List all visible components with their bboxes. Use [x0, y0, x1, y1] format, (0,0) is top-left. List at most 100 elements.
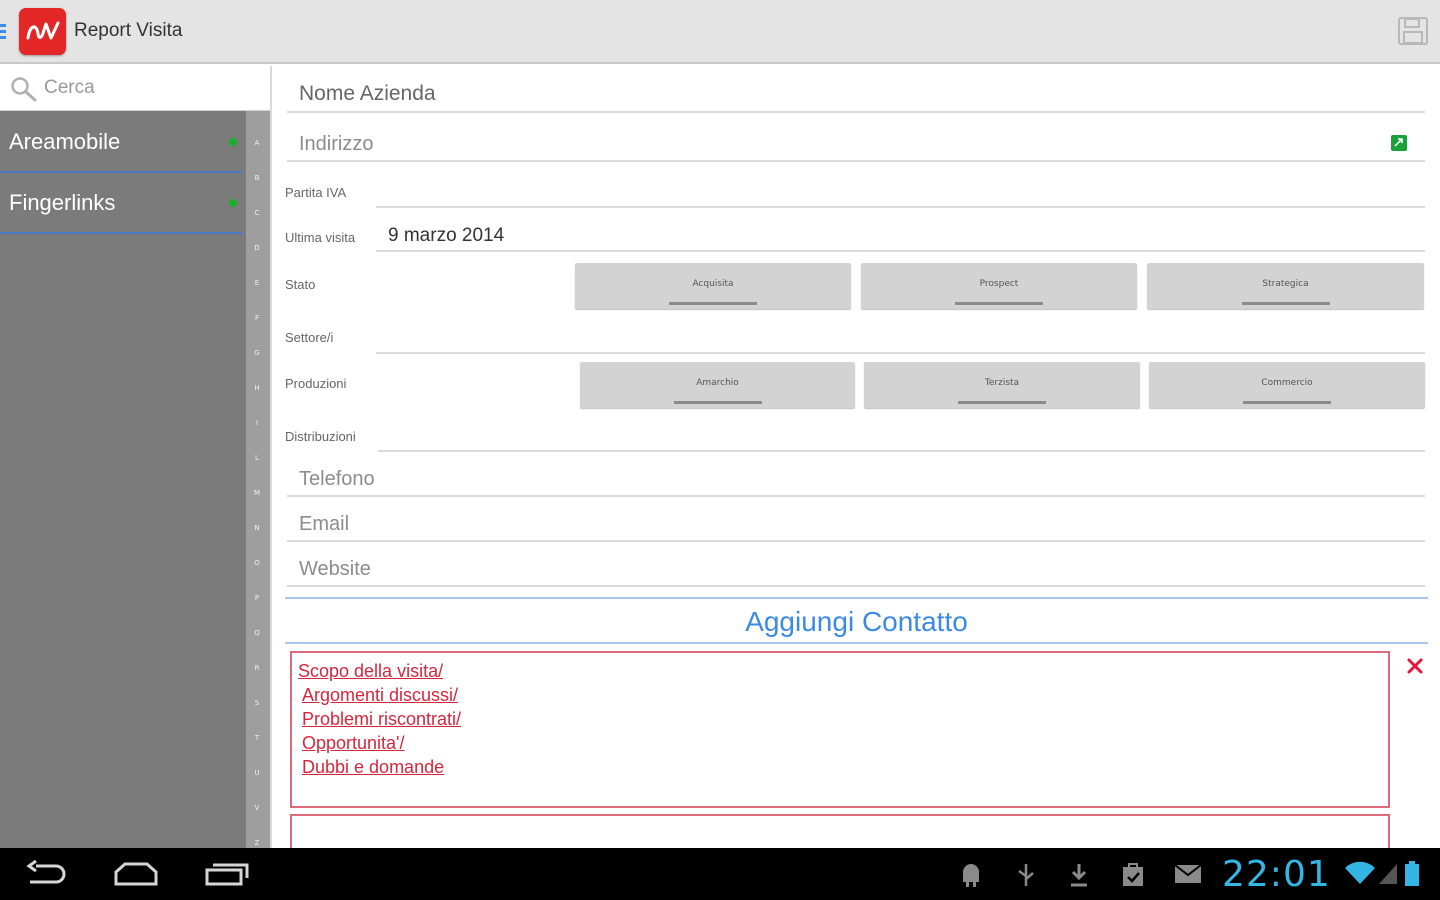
- download-icon: [1071, 864, 1087, 887]
- add-contact-button[interactable]: Aggiungi Contatto: [285, 601, 1428, 643]
- alphabet-index-letter[interactable]: A: [246, 139, 268, 147]
- save-icon[interactable]: [1398, 17, 1428, 45]
- alphabet-index-letter[interactable]: F: [246, 314, 268, 322]
- divider: [285, 642, 1428, 644]
- last-visit-label: Ultima visita: [285, 230, 356, 245]
- alphabet-index-letter[interactable]: Z: [246, 839, 268, 847]
- alphabet-index-letter[interactable]: T: [246, 734, 268, 742]
- alphabet-index-letter[interactable]: E: [246, 279, 268, 287]
- toggle-label: Amarchio: [696, 378, 739, 388]
- toggle-label: Commercio: [1261, 378, 1313, 388]
- company-name-field[interactable]: Nome Azienda: [299, 82, 436, 106]
- company-list-panel: Areamobile Fingerlinks A B C D E F G H I L M N O P Q R S…: [0, 66, 272, 848]
- alphabet-index-letter[interactable]: C: [246, 209, 268, 217]
- status-toggle-prospect[interactable]: Prospect: [861, 263, 1137, 309]
- system-clock: 22:01: [1222, 854, 1331, 895]
- toggle-label: Acquisita: [692, 279, 734, 289]
- company-name: Areamobile: [9, 129, 121, 154]
- home-icon[interactable]: [113, 860, 159, 888]
- status-toggle-acquisita[interactable]: Acquisita: [575, 263, 851, 309]
- back-icon[interactable]: [24, 860, 68, 888]
- website-field[interactable]: Website: [299, 558, 371, 581]
- distributions-label: Distribuzioni: [285, 429, 356, 444]
- recent-apps-icon[interactable]: [204, 860, 250, 888]
- status-label: Stato: [285, 277, 316, 292]
- action-bar: Report Visita: [0, 0, 1440, 64]
- company-list-item[interactable]: Fingerlinks: [0, 174, 246, 234]
- alphabet-index-letter[interactable]: U: [246, 769, 268, 777]
- visit-report-form: Nome Azienda Indirizzo Partita IVA Ultim…: [272, 66, 1440, 848]
- alphabet-index-letter[interactable]: L: [246, 454, 268, 462]
- android-debug-icon: [963, 864, 979, 887]
- production-toggle-amarchio[interactable]: Amarchio: [580, 362, 855, 408]
- toggle-label: Prospect: [979, 279, 1019, 289]
- divider: [0, 171, 242, 173]
- divider: [287, 111, 1425, 113]
- search-icon: [11, 77, 37, 102]
- email-field[interactable]: Email: [299, 513, 349, 536]
- sectors-field[interactable]: [376, 324, 1425, 352]
- toggle-label: Terzista: [984, 378, 1020, 388]
- app-title: Report Visita: [74, 20, 183, 41]
- address-field[interactable]: Indirizzo: [299, 133, 373, 156]
- system-navigation-bar: 22:01: [0, 848, 1440, 900]
- alphabet-index-letter[interactable]: S: [246, 699, 268, 707]
- divider: [376, 206, 1425, 208]
- vat-field[interactable]: [376, 178, 1425, 206]
- divider: [287, 495, 1425, 497]
- clipboard-icon: [1123, 863, 1143, 886]
- notes-line: Opportunita'/: [302, 733, 405, 753]
- production-toggle-commercio[interactable]: Commercio: [1149, 362, 1425, 408]
- wifi-icon: [1345, 861, 1375, 884]
- divider: [378, 450, 1425, 452]
- second-notes-textarea[interactable]: [290, 814, 1390, 848]
- alphabet-index-letter[interactable]: N: [246, 524, 268, 532]
- alphabet-index-letter[interactable]: D: [246, 244, 268, 252]
- divider: [287, 160, 1425, 162]
- notes-line: Dubbi e domande: [302, 757, 445, 777]
- sectors-label: Settore/i: [285, 330, 334, 345]
- mail-icon: [1174, 864, 1202, 883]
- notes-line: Argomenti discussi/: [302, 685, 459, 705]
- last-visit-date-field[interactable]: 9 marzo 2014: [388, 225, 504, 247]
- alphabet-index-letter[interactable]: P: [246, 594, 268, 602]
- search-box: [0, 66, 270, 111]
- divider: [287, 585, 1425, 587]
- alphabet-index-letter[interactable]: O: [246, 559, 268, 567]
- company-list-item[interactable]: Areamobile: [0, 113, 246, 173]
- alphabet-index-letter[interactable]: Q: [246, 629, 268, 637]
- distributions-field[interactable]: [378, 422, 1425, 450]
- divider: [376, 352, 1425, 354]
- notes-line: Problemi riscontrati/: [302, 709, 462, 729]
- vat-label: Partita IVA: [285, 185, 347, 200]
- toggle-label: Strategica: [1262, 279, 1309, 289]
- phone-field[interactable]: Telefono: [299, 468, 375, 491]
- usb-icon: [1018, 864, 1034, 886]
- alphabet-index-letter[interactable]: R: [246, 664, 268, 672]
- notes-line: Scopo della visita/: [298, 661, 444, 681]
- app-logo-icon[interactable]: [19, 8, 66, 55]
- status-toggle-strategica[interactable]: Strategica: [1147, 263, 1424, 309]
- online-status-icon: [229, 138, 237, 146]
- divider: [287, 540, 1425, 542]
- alphabet-index-letter[interactable]: V: [246, 804, 268, 812]
- divider: [285, 597, 1428, 599]
- alphabet-index-letter[interactable]: H: [246, 384, 268, 392]
- alphabet-index-letter[interactable]: I: [246, 419, 268, 427]
- map-location-icon[interactable]: [1391, 135, 1407, 151]
- signal-icon: [1379, 864, 1397, 884]
- drawer-indicator-icon[interactable]: [0, 24, 6, 40]
- divider: [376, 250, 1425, 252]
- productions-label: Produzioni: [285, 376, 347, 391]
- search-input[interactable]: [44, 74, 254, 102]
- divider: [0, 232, 242, 234]
- alphabet-index-letter[interactable]: M: [246, 489, 268, 497]
- company-name: Fingerlinks: [9, 190, 116, 215]
- production-toggle-terzista[interactable]: Terzista: [864, 362, 1140, 408]
- alphabet-index-letter[interactable]: B: [246, 174, 268, 182]
- alphabet-index-letter[interactable]: G: [246, 349, 268, 357]
- delete-notes-icon[interactable]: [1405, 656, 1425, 676]
- battery-icon: [1405, 861, 1419, 886]
- alphabet-index[interactable]: A B C D E F G H I L M N O P Q R S T U V Z: [246, 111, 270, 848]
- visit-notes-textarea[interactable]: Scopo della visita/ Argomenti discussi/ …: [290, 651, 1390, 808]
